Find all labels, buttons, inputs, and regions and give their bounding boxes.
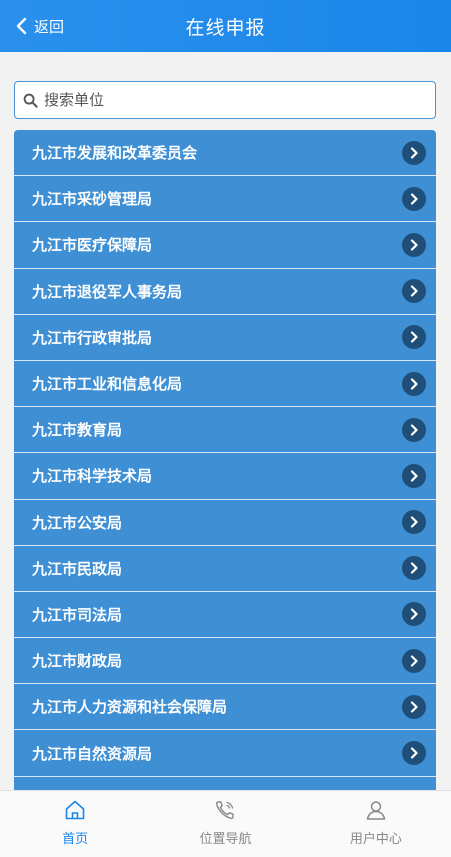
department-item[interactable]: 九江市司法局 bbox=[14, 591, 436, 639]
department-label: 九江市退役军人事务局 bbox=[32, 282, 183, 301]
department-list: 九江市发展和改革委员会 九江市采砂管理局 九江市医疗保障局 九江市退役军人事务局 九江市… bbox=[14, 130, 436, 790]
department-label: 九江市工业和信息化局 bbox=[32, 375, 183, 394]
department-label: 九江市民政局 bbox=[32, 559, 123, 578]
department-item[interactable]: 九江市采砂管理局 bbox=[14, 176, 436, 223]
chevron-right-circle-icon bbox=[402, 741, 426, 766]
chevron-right-circle-icon bbox=[402, 510, 426, 535]
department-item[interactable]: 九江市科学技术局 bbox=[14, 453, 436, 500]
search-icon bbox=[23, 93, 38, 108]
department-label: 九江市科学技术局 bbox=[32, 467, 153, 486]
department-item[interactable]: 九江市医疗保障局 bbox=[14, 222, 436, 269]
department-label: 九江市财政局 bbox=[32, 652, 123, 671]
chevron-right-circle-icon bbox=[402, 694, 426, 719]
department-item[interactable]: 九江市工业和信息化局 bbox=[14, 360, 436, 408]
chevron-right-circle-icon bbox=[402, 232, 426, 257]
tab-user-label: 用户中心 bbox=[349, 832, 402, 847]
department-item[interactable]: 九江市发展和改革委员会 bbox=[14, 130, 436, 177]
page-title: 在线申报 bbox=[185, 17, 266, 39]
department-label: 九江市行政审批局 bbox=[32, 328, 153, 347]
search-box[interactable] bbox=[14, 81, 436, 119]
department-item[interactable]: 九江市财政局 bbox=[14, 638, 436, 685]
department-item[interactable]: 九江市民政局 bbox=[14, 545, 436, 592]
chevron-right-circle-icon bbox=[402, 556, 426, 581]
home-icon bbox=[65, 800, 85, 820]
tab-nav-label: 位置导航 bbox=[199, 832, 252, 847]
header-bar: 返回 在线申报 bbox=[0, 0, 451, 52]
chevron-right-circle-icon bbox=[402, 463, 426, 488]
department-label: 九江市公安局 bbox=[32, 513, 123, 532]
department-item[interactable]: 九江市教育局 bbox=[14, 407, 436, 454]
department-label: 九江市采砂管理局 bbox=[32, 190, 153, 209]
phone-icon bbox=[216, 801, 235, 819]
chevron-right-circle-icon bbox=[402, 325, 426, 350]
department-item[interactable]: 九江市人力资源和社会保障局 bbox=[14, 684, 436, 731]
chevron-right-circle-icon bbox=[402, 648, 426, 673]
chevron-right-circle-icon bbox=[402, 371, 426, 396]
department-item[interactable]: 九江市自然资源局 bbox=[14, 730, 436, 777]
department-label: 九江市人力资源和社会保障局 bbox=[32, 698, 228, 717]
department-label: 九江市自然资源局 bbox=[32, 744, 153, 763]
user-icon bbox=[366, 801, 386, 820]
tab-location-nav[interactable]: 位置导航 bbox=[150, 791, 300, 857]
tab-home[interactable]: 首页 bbox=[0, 791, 150, 857]
department-label: 九江市教育局 bbox=[32, 421, 123, 440]
chevron-right-circle-icon bbox=[402, 140, 426, 165]
chevron-right-circle-icon bbox=[402, 279, 426, 304]
department-item[interactable]: 九江市退役军人事务局 bbox=[14, 268, 436, 315]
chevron-right-circle-icon bbox=[402, 186, 426, 211]
department-label: 九江市发展和改革委员会 bbox=[32, 144, 198, 163]
tab-user-center[interactable]: 用户中心 bbox=[301, 791, 451, 857]
department-label: 九江市司法局 bbox=[32, 605, 123, 624]
department-item[interactable]: 九江市行政审批局 bbox=[14, 314, 436, 361]
tab-home-label: 首页 bbox=[62, 832, 89, 847]
search-input[interactable] bbox=[44, 91, 435, 109]
bottom-tab-bar: 首页 位置导航 用户中心 bbox=[0, 790, 451, 857]
department-item-partial[interactable] bbox=[14, 776, 436, 790]
department-label: 九江市医疗保障局 bbox=[32, 236, 153, 255]
chevron-right-circle-icon bbox=[402, 417, 426, 442]
chevron-right-circle-icon bbox=[402, 602, 426, 627]
department-item[interactable]: 九江市公安局 bbox=[14, 499, 436, 546]
